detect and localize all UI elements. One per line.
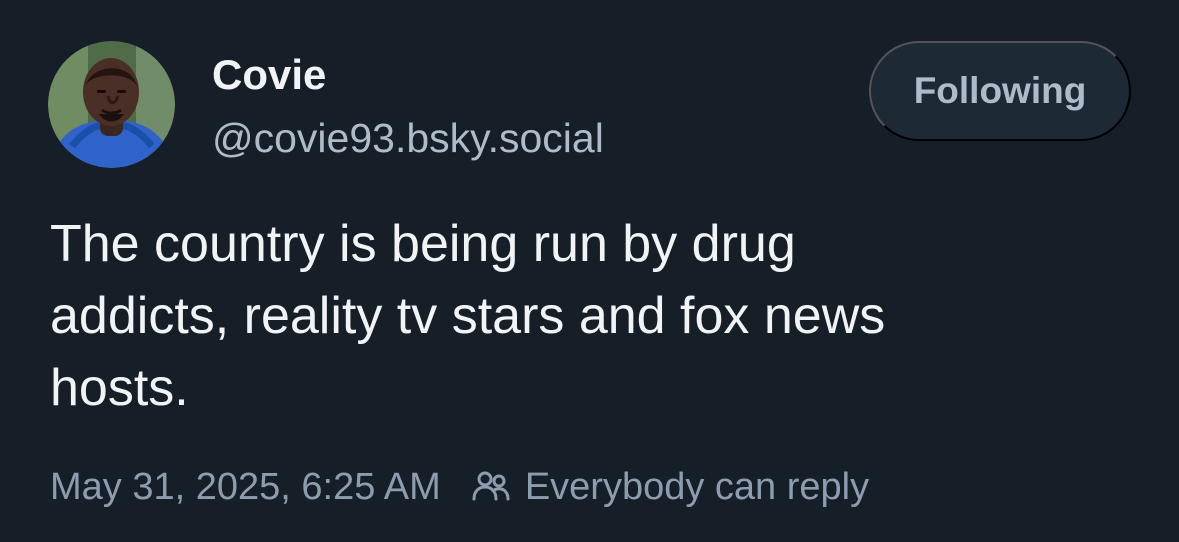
reply-setting[interactable]: Everybody can reply	[469, 465, 869, 509]
post-meta: May 31, 2025, 6:25 AM Everybody can repl…	[50, 461, 869, 513]
author-handle[interactable]: @covie93.bsky.social	[212, 113, 604, 163]
people-icon	[472, 471, 510, 501]
avatar[interactable]	[48, 41, 175, 168]
post-timestamp[interactable]: May 31, 2025, 6:25 AM	[50, 466, 441, 509]
following-button[interactable]: Following	[869, 41, 1131, 141]
post-text: The country is being run by drug addicts…	[50, 215, 886, 417]
post-card: Covie @covie93.bsky.social Following The…	[0, 0, 1179, 542]
reply-setting-label: Everybody can reply	[524, 465, 870, 508]
author-display-name[interactable]: Covie	[212, 50, 326, 100]
